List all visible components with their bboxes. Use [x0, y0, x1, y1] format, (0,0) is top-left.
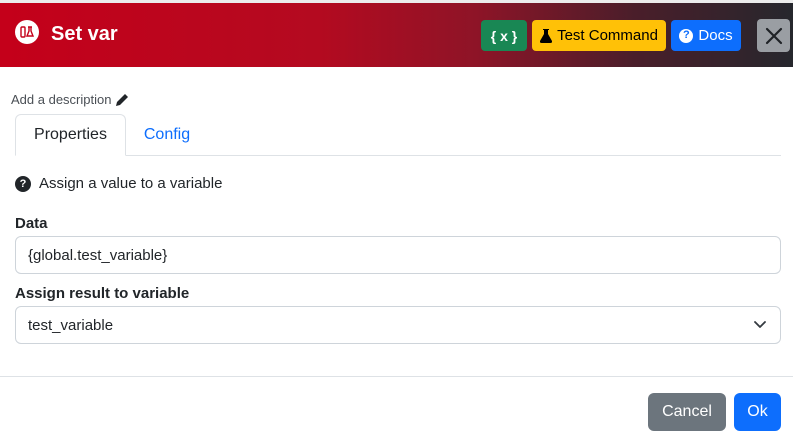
test-command-button[interactable]: Test Command [532, 20, 666, 51]
dialog-header: Set var { x } Test Command ? Docs [0, 0, 793, 67]
assign-variable-select[interactable]: test_variable [15, 306, 781, 344]
chevron-down-icon [754, 321, 766, 328]
variables-button[interactable]: { x } [481, 20, 527, 51]
docs-button[interactable]: ? Docs [671, 20, 741, 51]
description-field[interactable]: Add a description [11, 92, 129, 107]
set-var-dialog: Set var { x } Test Command ? Docs Add a … [0, 0, 793, 446]
header-top-strip [0, 0, 793, 3]
data-label: Data [15, 215, 48, 232]
question-circle-icon: ? [15, 175, 31, 192]
ok-button[interactable]: Ok [734, 393, 781, 431]
question-icon: ? [679, 28, 694, 43]
flask-bottles-icon [15, 20, 39, 44]
tab-config[interactable]: Config [127, 114, 207, 156]
docs-label: Docs [698, 27, 733, 44]
tab-properties[interactable]: Properties [15, 114, 126, 156]
assign-variable-value: test_variable [28, 316, 114, 334]
data-input[interactable] [15, 236, 781, 274]
cancel-button[interactable]: Cancel [648, 393, 726, 431]
help-label: Assign a value to a variable [39, 175, 223, 192]
flask-icon [540, 28, 553, 43]
pencil-icon [116, 93, 129, 106]
close-button[interactable] [757, 19, 790, 52]
dialog-title: Set var [51, 23, 118, 45]
assign-label: Assign result to variable [15, 285, 190, 302]
tab-bar: Properties Config [15, 114, 781, 156]
footer-divider [0, 376, 793, 377]
description-placeholder: Add a description [11, 92, 112, 107]
close-icon [765, 27, 782, 44]
test-command-label: Test Command [557, 27, 658, 44]
help-text: ? Assign a value to a variable [15, 175, 222, 192]
